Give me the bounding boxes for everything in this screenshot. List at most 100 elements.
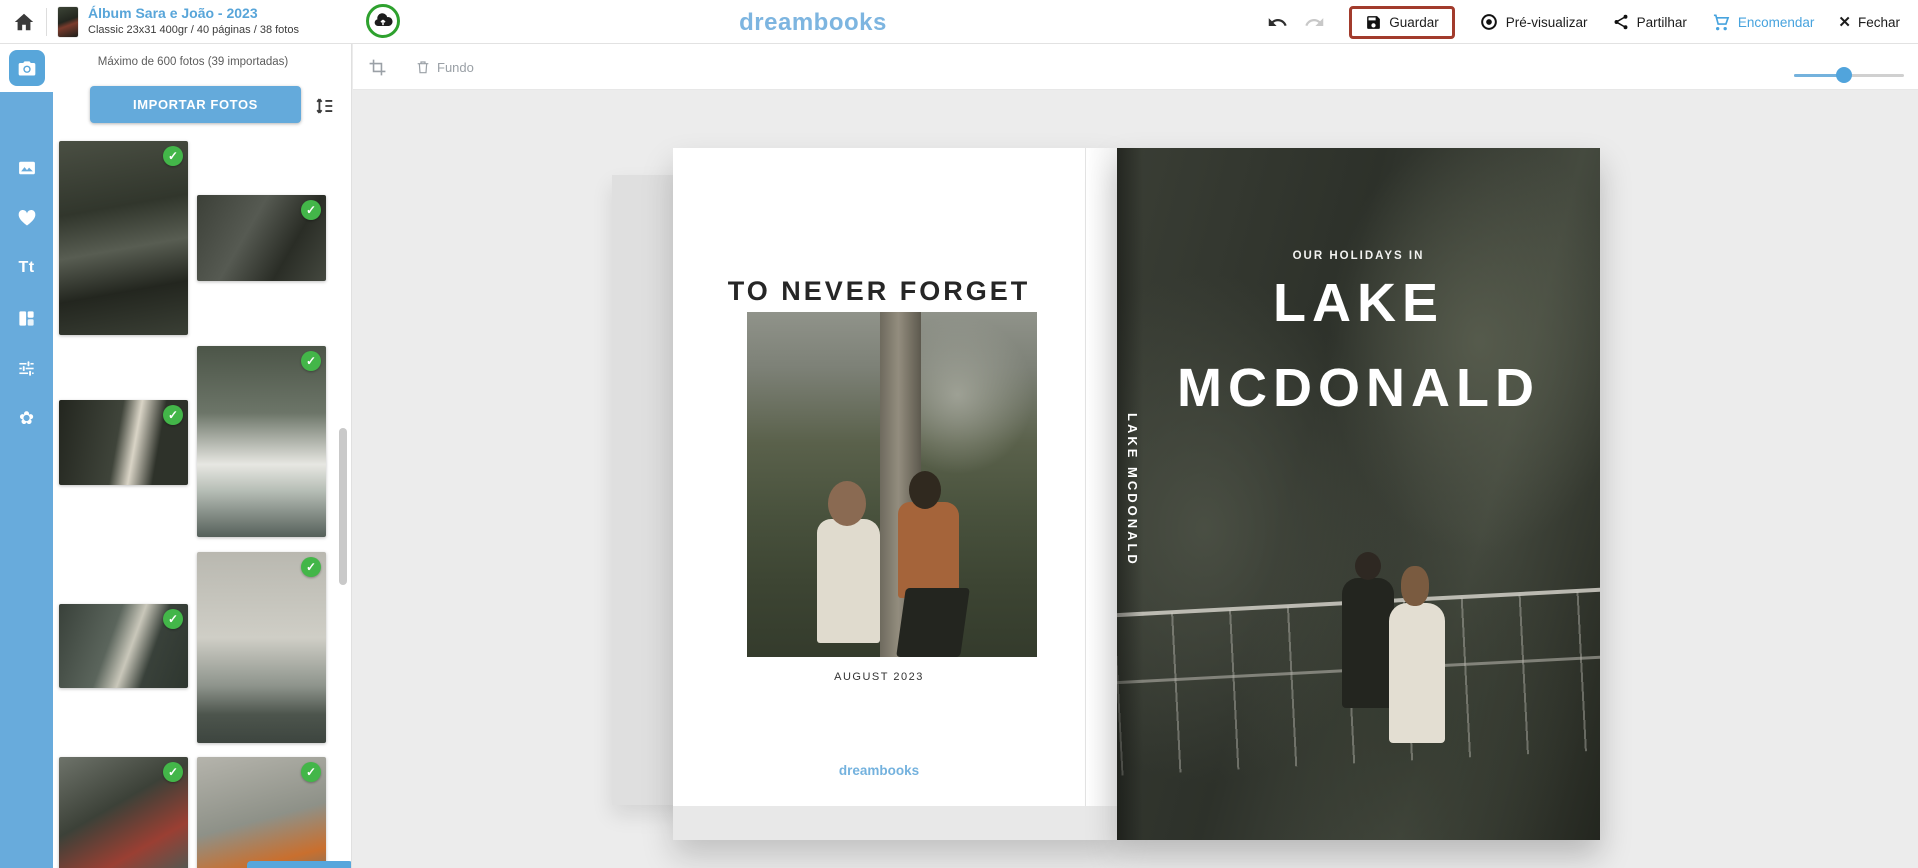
album-info: Álbum Sara e João - 2023 Classic 23x31 4…	[88, 4, 299, 37]
sort-icon	[313, 95, 335, 117]
selected-check-badge: ✓	[301, 762, 321, 782]
sidebar-item-adjustments[interactable]	[8, 350, 45, 386]
undo-redo-group	[1267, 12, 1325, 33]
sidebar-item-decorations[interactable]: ✿	[8, 400, 45, 436]
cloud-upload-icon	[373, 11, 393, 31]
close-button[interactable]: ✕ Fechar	[1838, 13, 1900, 31]
panel-scrollbar[interactable]	[339, 428, 347, 585]
zoom-slider[interactable]	[1794, 67, 1904, 83]
back-cover-page[interactable]: TO NEVER FORGET AUGUST 2023 dreambooks	[673, 148, 1117, 840]
app-header: Álbum Sara e João - 2023 Classic 23x31 4…	[0, 0, 1918, 44]
back-cover-brand-logo: dreambooks	[673, 763, 1085, 778]
photo-thumbnail[interactable]: ✓	[197, 757, 326, 868]
save-button[interactable]: Guardar	[1365, 14, 1439, 31]
import-photos-button[interactable]: IMPORTAR FOTOS	[90, 86, 301, 123]
redo-button[interactable]	[1304, 12, 1325, 33]
photo-limit-text: Máximo de 600 fotos (39 importadas)	[53, 56, 333, 68]
photo-thumbnail[interactable]: ✓	[59, 141, 188, 335]
album-subtitle: Classic 23x31 400gr / 40 páginas / 38 fo…	[88, 23, 299, 37]
photo-thumbnail[interactable]: ✓	[59, 400, 188, 485]
trash-icon	[415, 59, 431, 75]
album-cover-thumbnail	[58, 7, 78, 37]
selected-check-badge: ✓	[163, 609, 183, 629]
save-button-highlight-box: Guardar	[1349, 6, 1455, 39]
photo-detail-man	[898, 502, 959, 599]
background-delete-button[interactable]: Fundo	[415, 56, 474, 78]
selected-check-badge: ✓	[301, 200, 321, 220]
front-cover-page[interactable]: LAKE MCDONALD OUR HOLIDAYS IN LAKE MCDON…	[1117, 148, 1600, 840]
selected-check-badge: ✓	[163, 762, 183, 782]
fold-guide-line	[1085, 148, 1086, 840]
sidebar-item-layouts[interactable]	[8, 300, 45, 336]
photo-thumbnail[interactable]: ✓	[197, 346, 326, 537]
header-divider	[46, 8, 47, 36]
page-fold-shade	[1085, 148, 1117, 840]
undo-button[interactable]	[1267, 12, 1288, 33]
front-cover-kicker-text[interactable]: OUR HOLIDAYS IN	[1117, 250, 1600, 262]
bleed-margin-band	[673, 806, 1117, 840]
photo-detail-legs	[896, 588, 969, 657]
photo-thumbnail[interactable]: ✓	[197, 195, 326, 281]
selected-check-badge: ✓	[163, 146, 183, 166]
zoom-slider-handle[interactable]	[1836, 67, 1852, 83]
tools-sidebar: Tt ✿	[0, 44, 53, 868]
back-cover-title-text[interactable]: TO NEVER FORGET	[673, 276, 1085, 307]
cover-photo-woman	[1389, 603, 1445, 743]
crop-icon	[368, 58, 387, 77]
cart-icon	[1711, 12, 1731, 32]
photo-detail-man-head	[909, 471, 941, 509]
panel-bottom-indicator	[247, 861, 352, 868]
undo-icon	[1267, 12, 1288, 33]
close-label: Fechar	[1858, 15, 1900, 30]
home-icon	[13, 11, 35, 33]
camera-icon	[17, 58, 37, 78]
layouts-icon	[17, 309, 36, 328]
share-button[interactable]: Partilhar	[1612, 13, 1687, 31]
spine-title-text[interactable]: LAKE MCDONALD	[1125, 413, 1140, 567]
sidebar-item-text[interactable]: Tt	[8, 250, 45, 286]
preview-button[interactable]: Pré-visualizar	[1479, 12, 1588, 32]
background-label: Fundo	[437, 60, 474, 75]
share-label: Partilhar	[1637, 15, 1687, 30]
sidebar-item-images[interactable]	[8, 150, 45, 186]
photo-detail-woman-head	[828, 481, 866, 526]
album-title: Álbum Sara e João - 2023	[88, 4, 299, 23]
share-icon	[1612, 13, 1630, 31]
cover-photo-man-head	[1355, 552, 1381, 580]
front-cover-title-line1[interactable]: LAKE	[1117, 270, 1600, 336]
save-icon	[1365, 14, 1382, 31]
photos-icon	[17, 158, 37, 178]
photo-thumbnail[interactable]: ✓	[59, 757, 188, 868]
save-label: Guardar	[1389, 15, 1439, 30]
cover-photo-man	[1342, 578, 1394, 708]
sort-photos-button[interactable]	[311, 94, 337, 118]
crop-tool-button[interactable]	[365, 56, 389, 78]
autosave-sync-badge	[366, 4, 400, 38]
photobook-editor: Álbum Sara e João - 2023 Classic 23x31 4…	[0, 0, 1918, 868]
back-cover-caption-text[interactable]: AUGUST 2023	[673, 671, 1085, 683]
photos-tab-button[interactable]	[9, 50, 45, 86]
selected-check-badge: ✓	[163, 405, 183, 425]
photo-thumbnail[interactable]: ✓	[59, 604, 188, 688]
back-cover-photo[interactable]	[747, 312, 1037, 657]
order-button[interactable]: Encomendar	[1711, 12, 1815, 32]
preview-label: Pré-visualizar	[1506, 15, 1588, 30]
favorites-heart-icon	[17, 208, 37, 228]
selected-check-badge: ✓	[301, 351, 321, 371]
dreambooks-logo: dreambooks	[739, 9, 887, 37]
redo-icon	[1304, 12, 1325, 33]
order-label: Encomendar	[1738, 15, 1815, 30]
front-cover-title-line2[interactable]: MCDONALD	[1117, 355, 1600, 421]
selected-check-badge: ✓	[301, 557, 321, 577]
preview-eye-icon	[1479, 12, 1499, 32]
close-x-icon: ✕	[1838, 13, 1851, 31]
home-button[interactable]	[12, 10, 36, 34]
photo-detail-woman	[817, 519, 881, 643]
sidebar-item-favorites[interactable]	[8, 200, 45, 236]
sidebar-item-photos-active	[0, 44, 53, 92]
cover-photo-woman-head	[1401, 566, 1429, 606]
decorations-flower-icon: ✿	[19, 408, 34, 429]
text-icon: Tt	[18, 259, 34, 277]
photo-thumbnail[interactable]: ✓	[197, 552, 326, 743]
canvas-toolbar: Fundo	[353, 44, 1918, 90]
